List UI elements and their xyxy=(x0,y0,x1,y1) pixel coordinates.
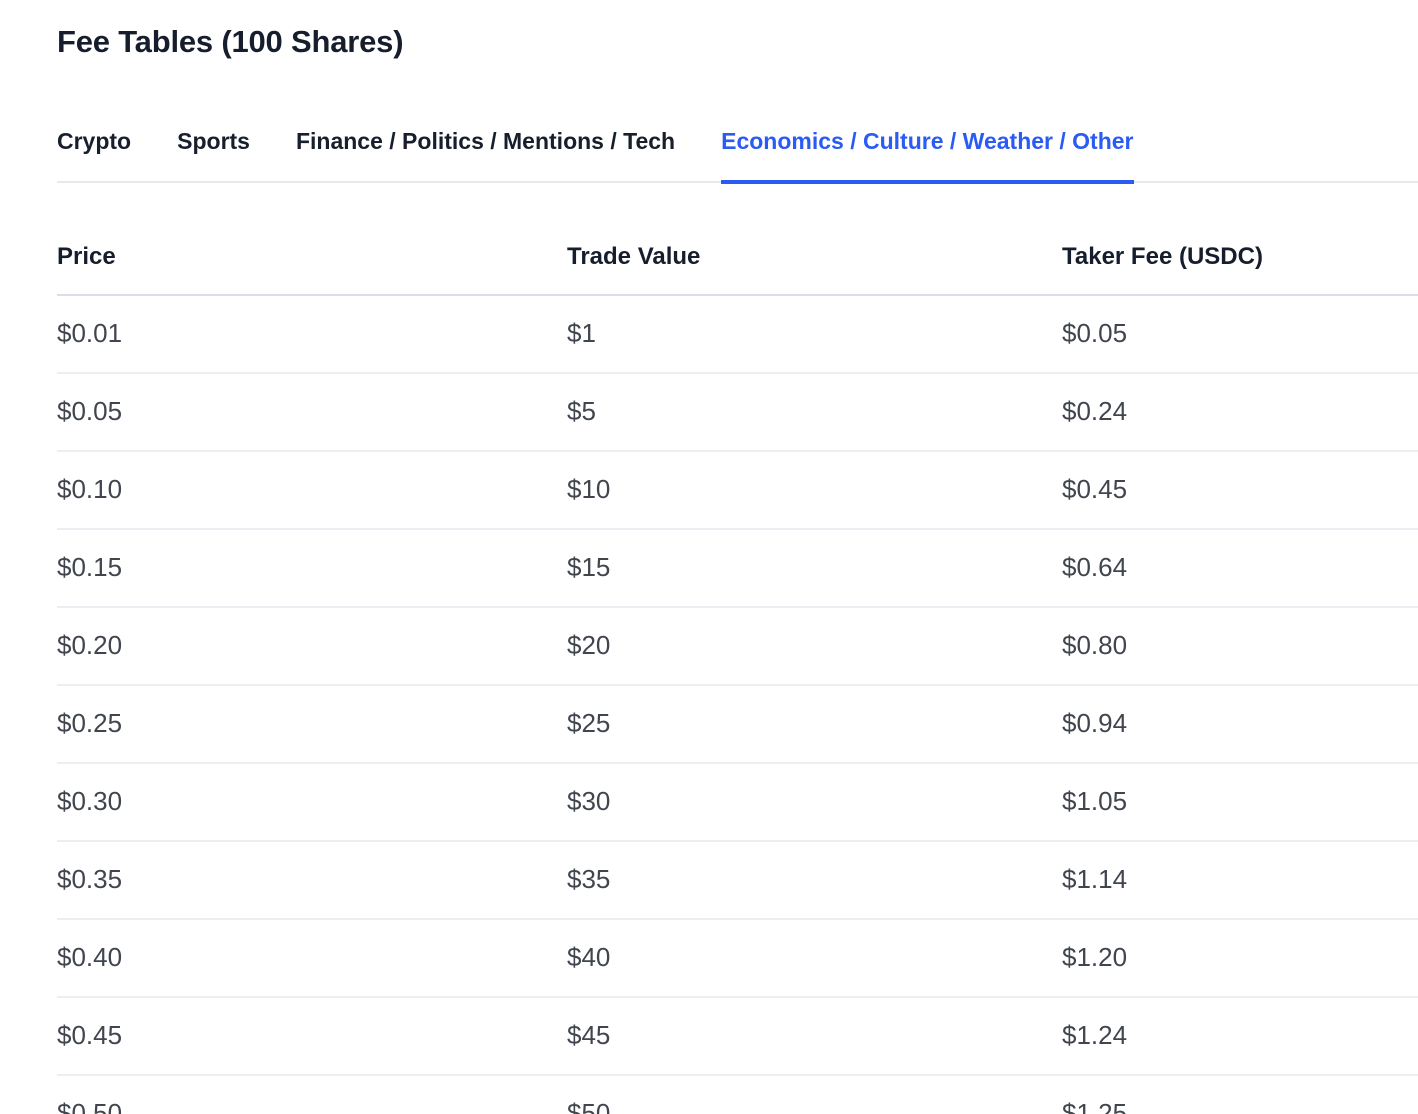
table-row: $0.25$25$0.94 xyxy=(57,685,1418,763)
cell-taker-fee: $1.20 xyxy=(1062,919,1418,997)
table-row: $0.10$10$0.45 xyxy=(57,451,1418,529)
cell-trade-value: $50 xyxy=(567,1075,1062,1114)
table-row: $0.45$45$1.24 xyxy=(57,997,1418,1075)
tab-finance-politics-mentions-tech[interactable]: Finance / Politics / Mentions / Tech xyxy=(296,128,675,184)
page-title: Fee Tables (100 Shares) xyxy=(57,24,1418,60)
cell-price: $0.01 xyxy=(57,295,567,373)
category-tabs: Crypto Sports Finance / Politics / Mention… xyxy=(57,128,1418,183)
column-header-taker-fee-usdc: Taker Fee (USDC) xyxy=(1062,183,1418,295)
table-row: $0.50$50$1.25 xyxy=(57,1075,1418,1114)
cell-taker-fee: $1.25 xyxy=(1062,1075,1418,1114)
cell-price: $0.25 xyxy=(57,685,567,763)
table-row: $0.35$35$1.14 xyxy=(57,841,1418,919)
table-row: $0.40$40$1.20 xyxy=(57,919,1418,997)
cell-trade-value: $25 xyxy=(567,685,1062,763)
cell-trade-value: $30 xyxy=(567,763,1062,841)
cell-taker-fee: $0.24 xyxy=(1062,373,1418,451)
tab-crypto[interactable]: Crypto xyxy=(57,128,131,184)
cell-taker-fee: $0.45 xyxy=(1062,451,1418,529)
cell-trade-value: $20 xyxy=(567,607,1062,685)
cell-price: $0.45 xyxy=(57,997,567,1075)
cell-trade-value: $45 xyxy=(567,997,1062,1075)
column-header-trade-value: Trade Value xyxy=(567,183,1062,295)
cell-price: $0.50 xyxy=(57,1075,567,1114)
cell-taker-fee: $1.14 xyxy=(1062,841,1418,919)
cell-taker-fee: $0.64 xyxy=(1062,529,1418,607)
cell-trade-value: $15 xyxy=(567,529,1062,607)
table-row: $0.30$30$1.05 xyxy=(57,763,1418,841)
cell-price: $0.05 xyxy=(57,373,567,451)
cell-taker-fee: $1.24 xyxy=(1062,997,1418,1075)
cell-price: $0.30 xyxy=(57,763,567,841)
cell-taker-fee: $0.94 xyxy=(1062,685,1418,763)
cell-price: $0.15 xyxy=(57,529,567,607)
cell-taker-fee: $1.05 xyxy=(1062,763,1418,841)
cell-trade-value: $1 xyxy=(567,295,1062,373)
column-header-price: Price xyxy=(57,183,567,295)
cell-taker-fee: $0.80 xyxy=(1062,607,1418,685)
cell-trade-value: $5 xyxy=(567,373,1062,451)
cell-price: $0.10 xyxy=(57,451,567,529)
table-row: $0.15$15$0.64 xyxy=(57,529,1418,607)
table-row: $0.05$5$0.24 xyxy=(57,373,1418,451)
cell-trade-value: $35 xyxy=(567,841,1062,919)
tab-sports[interactable]: Sports xyxy=(177,128,250,184)
cell-price: $0.40 xyxy=(57,919,567,997)
table-row: $0.20$20$0.80 xyxy=(57,607,1418,685)
table-row: $0.01$1$0.05 xyxy=(57,295,1418,373)
fee-table-header-row: PriceTrade ValueTaker Fee (USDC) xyxy=(57,183,1418,295)
cell-trade-value: $40 xyxy=(567,919,1062,997)
fee-tables-page: Fee Tables (100 Shares) Crypto Sports Fina… xyxy=(0,24,1418,1114)
tab-economics-culture-weather-other[interactable]: Economics / Culture / Weather / Other xyxy=(721,128,1133,184)
fee-table: PriceTrade ValueTaker Fee (USDC) $0.01$1… xyxy=(57,183,1418,1114)
cell-price: $0.20 xyxy=(57,607,567,685)
cell-taker-fee: $0.05 xyxy=(1062,295,1418,373)
cell-trade-value: $10 xyxy=(567,451,1062,529)
cell-price: $0.35 xyxy=(57,841,567,919)
